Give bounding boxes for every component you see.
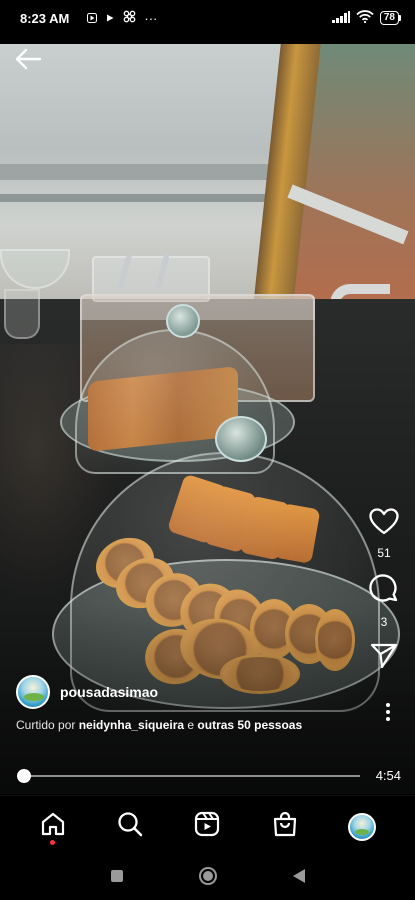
progress-thumb[interactable]	[17, 769, 31, 783]
play-icon	[87, 11, 98, 26]
nav-search[interactable]	[110, 807, 150, 847]
send-icon	[370, 643, 398, 674]
overflow-dots: ···	[144, 10, 158, 26]
status-left: 8:23 AM ···	[20, 10, 157, 26]
back-triangle-icon	[292, 868, 306, 889]
share-button[interactable]	[370, 643, 398, 674]
battery-level: 78	[379, 11, 399, 25]
signal-icon	[331, 10, 350, 26]
nav-reels[interactable]	[187, 807, 227, 847]
play-icon	[105, 11, 115, 26]
back-button[interactable]	[14, 48, 44, 72]
home-button-icon	[198, 866, 218, 891]
post-account[interactable]: pousadasimao	[16, 675, 158, 709]
reels-icon	[194, 811, 220, 842]
recents-button[interactable]	[110, 869, 124, 888]
avatar[interactable]	[16, 675, 50, 709]
status-right: 78	[331, 10, 401, 26]
wifi-icon	[356, 10, 374, 26]
nav-profile[interactable]	[342, 807, 382, 847]
notification-dot	[50, 839, 56, 845]
reel-actions: 51 3	[367, 508, 401, 674]
battery-icon: 78	[379, 11, 401, 25]
recents-icon	[110, 869, 124, 888]
liked-by-text[interactable]: Curtido por neidynha_siqueira e outras 5…	[16, 718, 302, 732]
comment-icon	[369, 574, 399, 609]
post-username[interactable]: pousadasimao	[60, 684, 158, 700]
shop-icon	[272, 811, 298, 842]
home-icon	[40, 811, 66, 842]
pinwheel-icon	[123, 10, 136, 26]
system-home-button[interactable]	[198, 866, 218, 891]
status-bar: 8:23 AM ··· 78	[0, 0, 415, 36]
bottom-nav	[0, 795, 415, 857]
liked-prefix: Curtido por	[16, 718, 79, 732]
comment-count: 3	[380, 615, 388, 629]
status-time: 8:23 AM	[20, 10, 70, 26]
liked-others[interactable]: outras 50 pessoas	[197, 718, 302, 732]
system-nav	[0, 857, 415, 900]
like-button[interactable]: 51	[369, 508, 399, 560]
search-icon	[117, 811, 143, 842]
liked-user[interactable]: neidynha_siqueira	[79, 718, 184, 732]
profile-avatar	[348, 812, 377, 841]
arrow-left-icon	[14, 48, 42, 74]
more-options-button[interactable]	[385, 702, 391, 722]
system-back-button[interactable]	[292, 868, 306, 889]
video-progress-bar[interactable]	[17, 769, 360, 783]
liked-middle: e	[184, 718, 198, 732]
video-duration: 4:54	[375, 768, 401, 783]
nav-home[interactable]	[33, 807, 73, 847]
heart-icon	[369, 508, 399, 540]
like-count: 51	[377, 546, 391, 560]
nav-shop[interactable]	[265, 807, 305, 847]
more-vertical-icon	[385, 703, 391, 726]
comment-button[interactable]: 3	[369, 574, 399, 629]
